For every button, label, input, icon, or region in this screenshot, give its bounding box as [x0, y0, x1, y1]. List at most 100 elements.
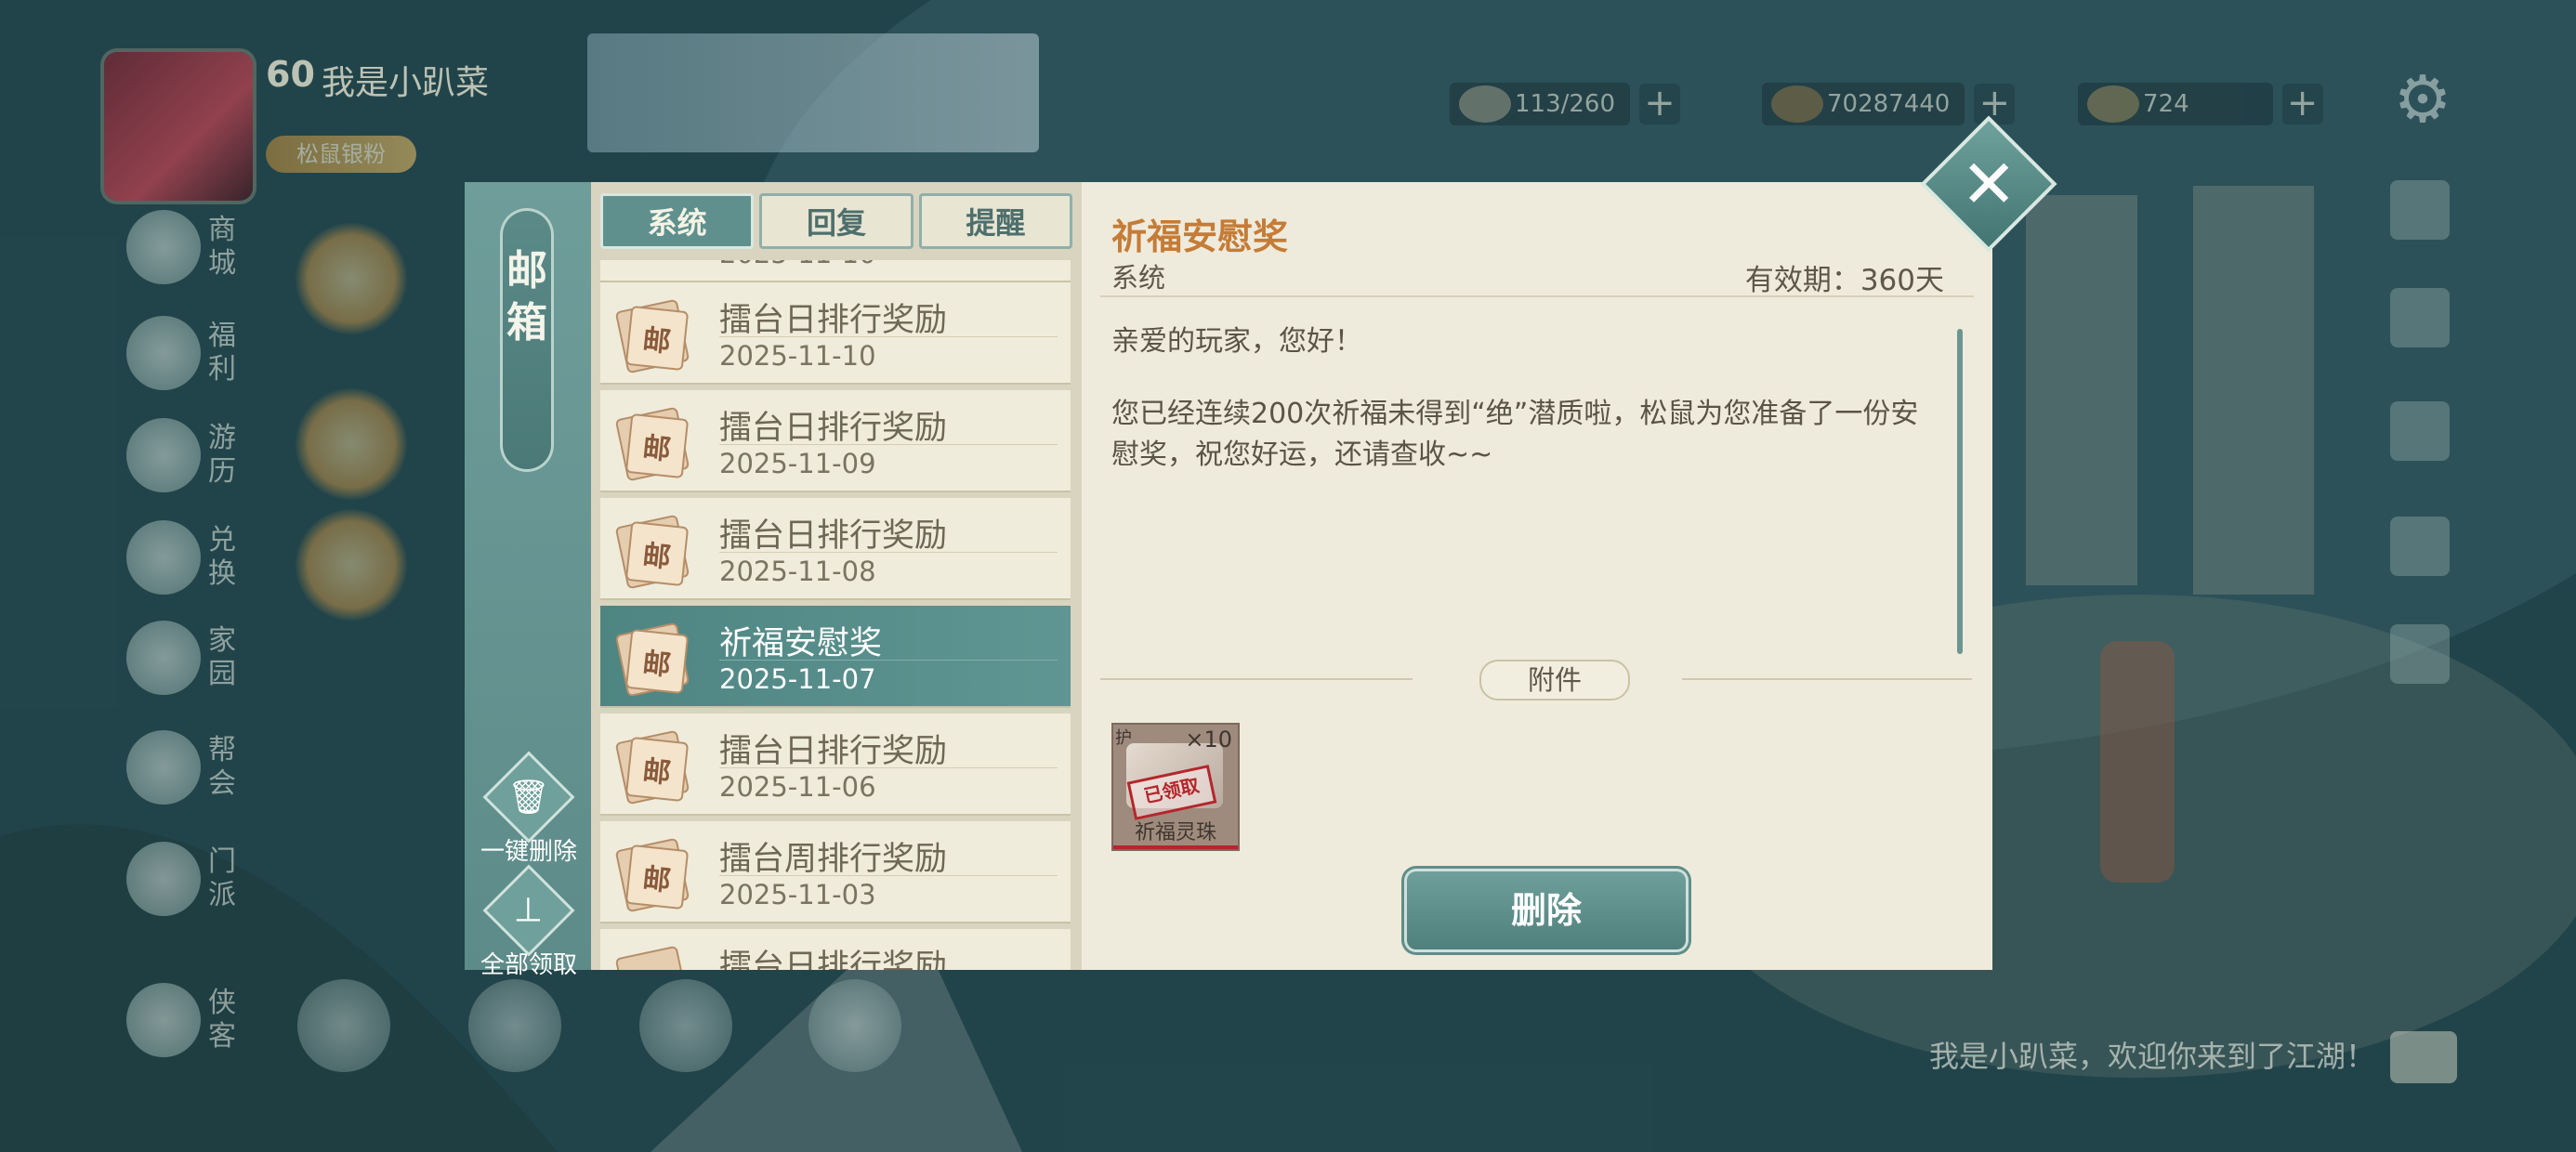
menu-shop[interactable]: 商城	[126, 210, 245, 284]
bottom-icon-1[interactable]	[297, 979, 390, 1072]
add-ingot-button[interactable]: +	[2281, 84, 2323, 124]
right-menu-icon-4[interactable]	[2390, 517, 2450, 576]
mail-date: 2025-11-09	[719, 448, 876, 479]
detail-message: 您已经连续200次祈福未得到“绝”潜质啦，松鼠为您准备了一份安慰奖，祝您好运，还…	[1111, 398, 1919, 471]
mail-title: 擂台日排行奖励	[719, 733, 948, 770]
resource-coin: 70287440 +	[1762, 76, 2016, 132]
player-avatar[interactable]	[104, 52, 253, 201]
event-orb[interactable]	[296, 223, 407, 334]
detail-title: 祈福安慰奖	[1111, 216, 1289, 257]
delete-button[interactable]: 删除	[1407, 871, 1686, 949]
list-item[interactable]: 邮 擂台日排行奖励 2025-11-10	[600, 282, 1071, 385]
list-item[interactable]: 邮 擂台周排行奖励 2025-11-03	[600, 821, 1071, 923]
item-mark: 护	[1115, 728, 1132, 748]
mail-list[interactable]: 2025-11-10 邮 擂台日排行奖励 2025-11-10 邮 擂台日排行奖…	[600, 260, 1072, 970]
detail-greeting: 亲爱的玩家，您好！	[1111, 325, 1362, 358]
tab-system[interactable]: 系统	[600, 193, 755, 249]
rarity-bar	[1113, 845, 1238, 849]
menu-label: 福利	[208, 320, 236, 386]
activity-orb[interactable]	[296, 509, 407, 621]
add-stamina-button[interactable]: +	[1639, 84, 1681, 124]
attachment-item[interactable]: 护 ×10 已领取 祈福灵珠	[1111, 723, 1240, 851]
envelope-icon	[614, 945, 690, 970]
envelope-icon: 邮	[624, 628, 690, 695]
menu-welfare[interactable]: 福利	[126, 316, 245, 390]
menu-guild[interactable]: 帮会	[126, 730, 245, 805]
delete-all-button[interactable]: 🗑 一键删除	[468, 754, 589, 867]
detail-body: 亲爱的玩家，您好！ 您已经连续200次祈福未得到“绝”潜质啦，松鼠为您准备了一份…	[1111, 321, 1929, 507]
chat-message[interactable]: 我是小趴菜，欢迎你来到了江湖！	[1929, 1033, 2375, 1076]
divider	[719, 336, 1058, 337]
list-item[interactable]: 邮 擂台日排行奖励 2025-11-09	[600, 390, 1071, 492]
right-menu-icon-5[interactable]	[2390, 624, 2450, 684]
resource-stamina: 113/260 +	[1450, 76, 1681, 132]
settings-gear-icon[interactable]: ⚙	[2390, 67, 2455, 132]
right-menu-icon-1[interactable]	[2390, 180, 2450, 240]
menu-hero[interactable]: 侠客	[126, 983, 245, 1057]
welfare-icon	[126, 316, 201, 390]
player-badge[interactable]: 松鼠银粉	[266, 136, 416, 173]
add-coin-button[interactable]: +	[1974, 84, 2016, 124]
detail-sender: 系统	[1111, 262, 1166, 294]
mail-title: 擂台日排行奖励	[719, 410, 948, 447]
attachment-name: 祈福灵珠	[1134, 821, 1216, 844]
list-item[interactable]: 邮 擂台日排行奖励 2025-11-06	[600, 713, 1071, 816]
list-item[interactable]: 2025-11-10	[600, 260, 1071, 282]
divider	[1100, 295, 1974, 297]
claim-icon: ⊥	[486, 868, 572, 953]
resource-ingot: 724 +	[2078, 76, 2323, 132]
divider	[719, 875, 1058, 876]
menu-label: 兑换	[208, 524, 236, 590]
menu-label: 游历	[208, 422, 236, 488]
mail-date: 2025-11-03	[719, 879, 876, 910]
menu-label: 门派	[208, 845, 236, 911]
right-menu-icon-2[interactable]	[2390, 288, 2450, 347]
mailbox-sidebar: 邮箱 🗑 一键删除 ⊥ 全部领取	[465, 182, 591, 979]
chat-bubble-icon[interactable]	[2390, 1031, 2457, 1083]
menu-exchange[interactable]: 兑换	[126, 520, 245, 595]
trial-orb[interactable]	[296, 388, 407, 500]
right-menu-icon-3[interactable]	[2390, 401, 2450, 461]
attachment-count: ×10	[1185, 727, 1232, 753]
mail-date: 2025-11-06	[719, 771, 876, 803]
detail-expiry: 有效期：360天	[1744, 264, 1944, 297]
menu-home[interactable]: 家园	[126, 621, 245, 695]
player-level: 60	[266, 54, 315, 95]
resource-value: 70287440	[1762, 83, 1965, 125]
divider	[719, 660, 1058, 661]
manual-icon[interactable]	[639, 979, 732, 1072]
mind-icon[interactable]	[808, 979, 901, 1072]
travel-icon	[126, 418, 201, 492]
resource-value: 724	[2078, 83, 2273, 125]
mail-title: 擂台日排行奖励	[719, 949, 948, 970]
divider	[719, 444, 1058, 445]
list-item[interactable]: 擂台日排行奖励	[600, 929, 1071, 970]
menu-label: 商城	[208, 214, 236, 280]
list-item-selected[interactable]: 邮 祈福安慰奖 2025-11-07	[600, 606, 1071, 708]
detail-scrollbar[interactable]	[1957, 329, 1963, 654]
shop-icon	[126, 210, 201, 284]
mail-date: 2025-11-08	[719, 556, 876, 587]
menu-travel[interactable]: 游历	[126, 418, 245, 492]
claim-all-button[interactable]: ⊥ 全部领取	[468, 868, 589, 980]
menu-label: 家园	[208, 624, 236, 690]
tab-reminder[interactable]: 提醒	[918, 193, 1072, 249]
menu-label: 侠客	[208, 987, 236, 1053]
tab-reply[interactable]: 回复	[759, 193, 913, 249]
divider	[719, 767, 1058, 768]
bag-icon[interactable]	[468, 979, 561, 1072]
mail-title: 祈福安慰奖	[719, 625, 883, 662]
divider	[1682, 678, 1972, 680]
player-name: 我是小趴菜	[322, 64, 490, 102]
event-banner[interactable]	[587, 33, 1039, 152]
mail-list-panel: 系统 回复 提醒 2025-11-10 邮 擂台日排行奖励 2025-11-10…	[591, 182, 1082, 970]
mailbox-panel: 邮箱 🗑 一键删除 ⊥ 全部领取 系统 回复 提醒 2025-11-10 邮 擂…	[465, 182, 1992, 979]
mail-title: 擂台日排行奖励	[719, 302, 948, 339]
envelope-icon: 邮	[624, 305, 690, 372]
list-item[interactable]: 邮 擂台日排行奖励 2025-11-08	[600, 498, 1071, 600]
mail-date: 2025-11-07	[719, 663, 876, 695]
menu-sect[interactable]: 门派	[126, 842, 245, 916]
divider	[719, 552, 1058, 553]
mail-detail-panel: 祈福安慰奖 系统 有效期：360天 亲爱的玩家，您好！ 您已经连续200次祈福未…	[1082, 182, 1992, 970]
mailbox-title: 邮箱	[500, 208, 554, 472]
